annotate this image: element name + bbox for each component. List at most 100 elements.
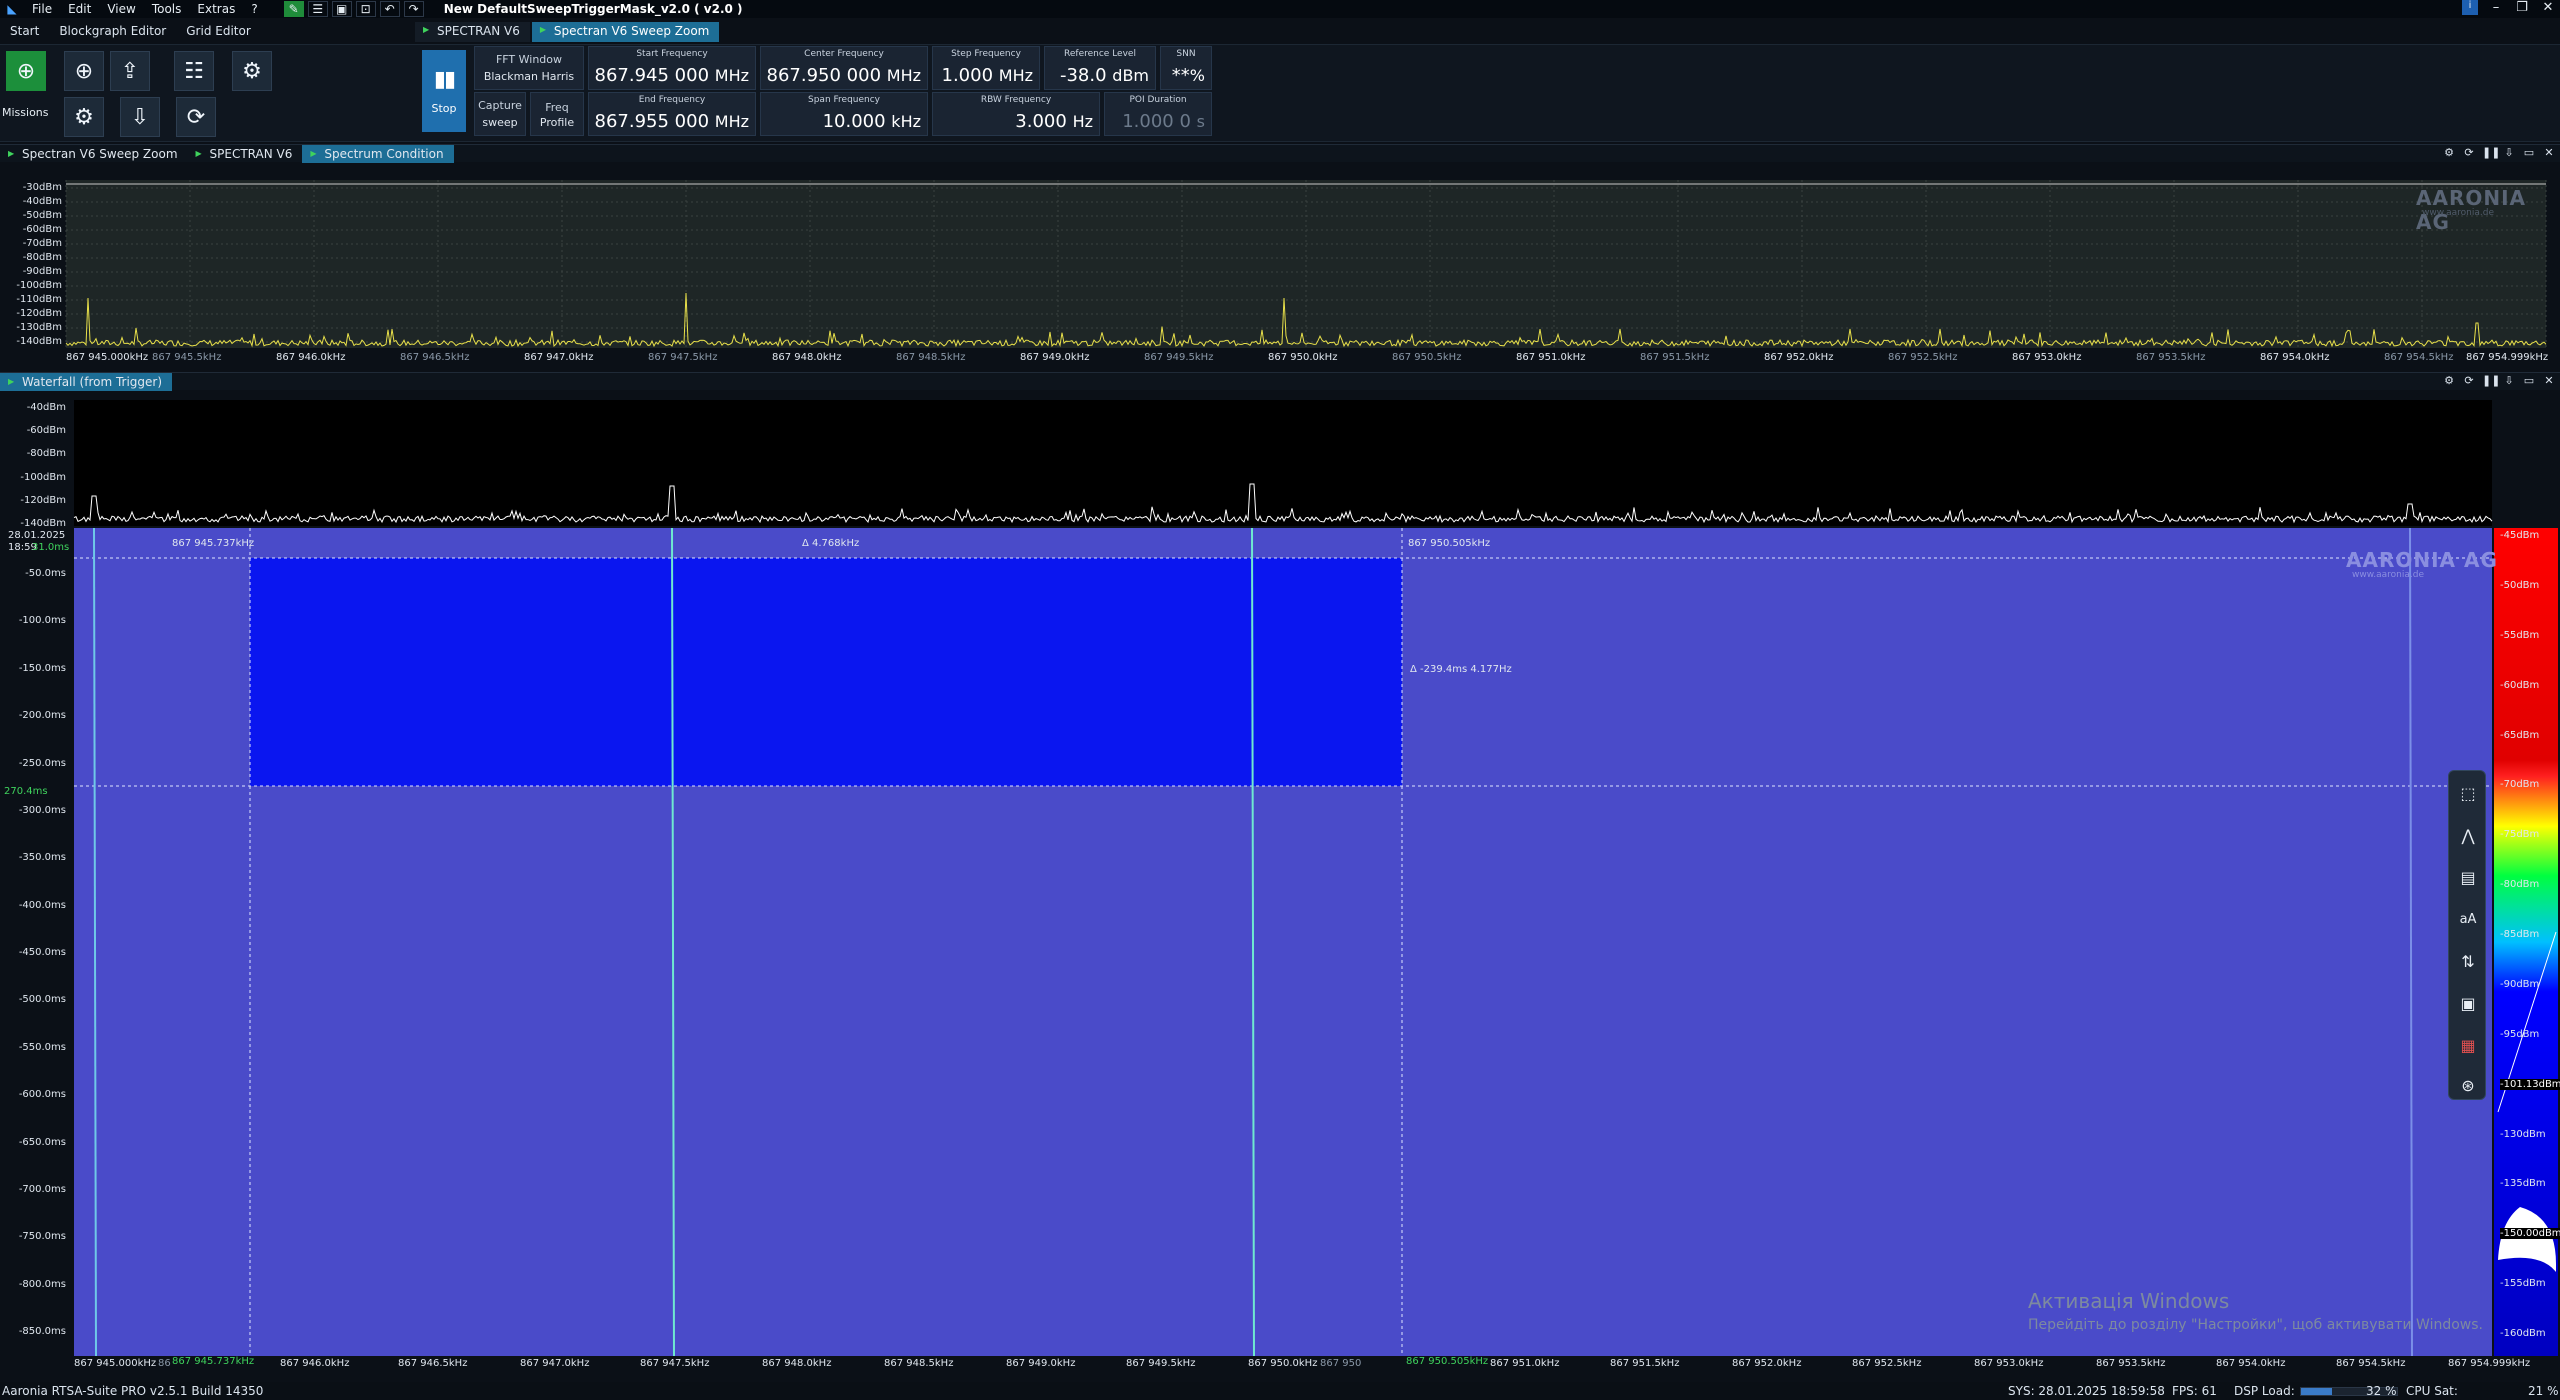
- panel-settings-icon[interactable]: ⚙: [2442, 374, 2456, 387]
- panel-tab-waterfall[interactable]: Waterfall (from Trigger): [0, 372, 173, 391]
- colorbar-label: -75dBm: [2500, 829, 2540, 841]
- add-block-button[interactable]: ⊕: [64, 51, 104, 91]
- menu-file[interactable]: File: [24, 2, 60, 16]
- app-logo-icon[interactable]: ◣: [2, 1, 22, 17]
- waterfall-spectrum-y-label: -100dBm: [20, 471, 66, 483]
- screenshot-icon[interactable]: ⊡: [355, 1, 376, 17]
- menu-edit[interactable]: Edit: [60, 2, 99, 16]
- capture-select[interactable]: Capture sweep: [474, 92, 526, 136]
- doc-tab-sweep-zoom[interactable]: Spectran V6 Sweep Zoom: [531, 22, 720, 42]
- close-icon[interactable]: ✕: [2540, 0, 2556, 15]
- refresh-button[interactable]: ⟳: [176, 97, 216, 137]
- info-icon[interactable]: i: [2462, 0, 2478, 15]
- reference-level-field[interactable]: Reference Level -38.0 dBm: [1044, 46, 1156, 90]
- colorbar-label: -160dBm: [2500, 1328, 2546, 1339]
- select-region-icon[interactable]: ⬚: [2454, 779, 2482, 807]
- minimize-icon[interactable]: –: [2488, 0, 2504, 15]
- reference-level-label: Reference Level: [1064, 49, 1136, 59]
- color-palette-icon[interactable]: ▦: [2454, 1031, 2482, 1059]
- reference-level-unit: dBm: [1112, 66, 1149, 85]
- waterfall-x-label: 867 949.0kHz: [1006, 1358, 1076, 1369]
- spectrum-x-label: 867 949.0kHz: [1020, 352, 1090, 363]
- edit-pencil-icon[interactable]: ✎: [283, 1, 304, 17]
- settings-button[interactable]: ⚙: [64, 97, 104, 137]
- menu-help[interactable]: ?: [243, 2, 265, 16]
- delta-frequency: Δ 4.768kHz: [802, 538, 860, 549]
- spectrum-x-label: 867 954.5kHz: [2384, 352, 2454, 363]
- add-mission-button[interactable]: ⊕: [6, 51, 46, 91]
- panel-refresh-icon[interactable]: ⟳: [2462, 146, 2476, 159]
- window-icon[interactable]: ▣: [331, 1, 352, 17]
- sort-icon[interactable]: ⇅: [2454, 947, 2482, 975]
- panel-pause-icon[interactable]: ❚❚: [2482, 374, 2500, 387]
- tab-start[interactable]: Start: [0, 22, 49, 42]
- span-frequency-field[interactable]: Span Frequency 10.000 kHz: [760, 92, 928, 136]
- step-frequency-field[interactable]: Step Frequency 1.000 MHz: [932, 46, 1040, 90]
- waterfall-time-label: -50.0ms: [25, 568, 66, 579]
- start-frequency-field[interactable]: Start Frequency 867.945 000 MHz: [588, 46, 756, 90]
- center-frequency-field[interactable]: Center Frequency 867.950 000 MHz: [760, 46, 928, 90]
- spectrum-y-label: -120dBm: [16, 308, 62, 319]
- upload-button[interactable]: ⇪: [110, 51, 150, 91]
- spectrum-plot[interactable]: -30dBm -40dBm -50dBm -60dBm -70dBm -80dBm -90d…: [0, 164, 2560, 368]
- colorbar-label: -101.13dBm: [2500, 1078, 2560, 1090]
- end-frequency-field[interactable]: End Frequency 867.955 000 MHz: [588, 92, 756, 136]
- panel-export-icon[interactable]: ⇩: [2502, 146, 2516, 159]
- status-bar: Aaronia RTSA-Suite PRO v2.5.1 Build 1435…: [0, 1382, 2560, 1400]
- waterfall-x-label: 867 953.0kHz: [1974, 1358, 2044, 1369]
- center-frequency-value: 867.950 000: [766, 65, 882, 86]
- waterfall-area[interactable]: -40dBm -60dBm -80dBm -100dBm -120dBm -140dBm 2…: [0, 392, 2560, 1380]
- colorbar-label: -90dBm: [2500, 978, 2540, 990]
- device-settings-button[interactable]: ⚙: [232, 51, 272, 91]
- spectrum-panel-header: Spectran V6 Sweep Zoom SPECTRAN V6 Spect…: [0, 144, 2560, 163]
- spectrum-x-label: 867 949.5kHz: [1144, 352, 1214, 363]
- reference-level-value: -38.0: [1059, 65, 1107, 86]
- panel-refresh-icon[interactable]: ⟳: [2462, 374, 2476, 387]
- tab-grid-editor[interactable]: Grid Editor: [176, 22, 261, 42]
- spectrum-y-label: -80dBm: [22, 252, 62, 263]
- panel-undock-icon[interactable]: ▭: [2522, 374, 2536, 387]
- snn-field[interactable]: SNN **%: [1160, 46, 1212, 90]
- doc-tab-spectran-v6[interactable]: SPECTRAN V6: [415, 22, 530, 42]
- layout-icon[interactable]: ▣: [2454, 989, 2482, 1017]
- menu-extras[interactable]: Extras: [189, 2, 243, 16]
- panel-settings-icon[interactable]: ⚙: [2442, 146, 2456, 159]
- panel-tab-spectran-v6[interactable]: SPECTRAN V6: [188, 145, 303, 163]
- poi-duration-field[interactable]: POI Duration 1.000 0 s: [1104, 92, 1212, 136]
- panel-undock-icon[interactable]: ▭: [2522, 146, 2536, 159]
- poi-duration-value: 1.000 0: [1122, 111, 1191, 132]
- marker-icon[interactable]: ⋀: [2454, 821, 2482, 849]
- restore-icon[interactable]: ❐: [2514, 0, 2530, 15]
- pause-icon: ▮▮: [433, 67, 456, 92]
- redo-icon[interactable]: ↷: [403, 1, 424, 17]
- menu-tools[interactable]: Tools: [144, 2, 190, 16]
- panel-pause-icon[interactable]: ❚❚: [2482, 146, 2500, 159]
- undo-icon[interactable]: ↶: [379, 1, 400, 17]
- panel-close-icon[interactable]: ✕: [2542, 146, 2556, 159]
- text-size-icon[interactable]: aA: [2454, 905, 2482, 933]
- tab-blockgraph-editor[interactable]: Blockgraph Editor: [49, 22, 176, 42]
- step-frequency-value: 1.000: [941, 65, 994, 86]
- panel-tab-sweep-zoom[interactable]: Spectran V6 Sweep Zoom: [0, 145, 188, 163]
- download-button[interactable]: ⇩: [120, 97, 160, 137]
- fft-window-select[interactable]: FFT Window Blackman Harris: [474, 46, 584, 90]
- panel-close-icon[interactable]: ✕: [2542, 374, 2556, 387]
- panel-tab-spectrum-condition[interactable]: Spectrum Condition: [302, 144, 454, 163]
- list-icon[interactable]: ☰: [307, 1, 328, 17]
- menu-view[interactable]: View: [99, 2, 143, 16]
- freq-profile-button[interactable]: Freq Profile: [530, 92, 584, 136]
- document-tabs: SPECTRAN V6 Spectran V6 Sweep Zoom: [415, 22, 721, 42]
- rbw-frequency-field[interactable]: RBW Frequency 3.000 Hz: [932, 92, 1100, 136]
- missions-label[interactable]: Missions: [2, 106, 49, 119]
- aperture-icon[interactable]: ⊛: [2454, 1071, 2482, 1099]
- image-icon[interactable]: ▤: [2454, 863, 2482, 891]
- span-frequency-unit: kHz: [891, 112, 921, 131]
- waterfall-x-label: 867 954.999kHz: [2448, 1358, 2531, 1369]
- stop-button[interactable]: ▮▮ Stop: [422, 50, 466, 132]
- panel-export-icon[interactable]: ⇩: [2502, 374, 2516, 387]
- waterfall-spectrum-y-label: -140dBm: [20, 518, 66, 529]
- capture-label: Capture: [478, 99, 522, 112]
- message-button[interactable]: ☷: [174, 51, 214, 91]
- start-frequency-unit: MHz: [714, 66, 749, 85]
- cpu-sat-label: CPU Sat:: [2406, 1384, 2458, 1398]
